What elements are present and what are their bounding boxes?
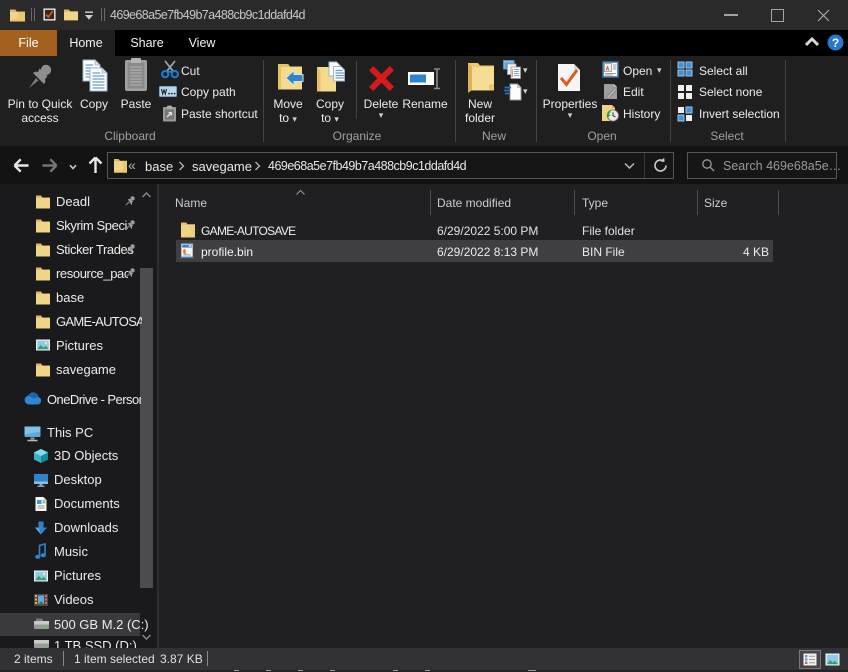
svg-text:?: ? xyxy=(832,36,839,50)
